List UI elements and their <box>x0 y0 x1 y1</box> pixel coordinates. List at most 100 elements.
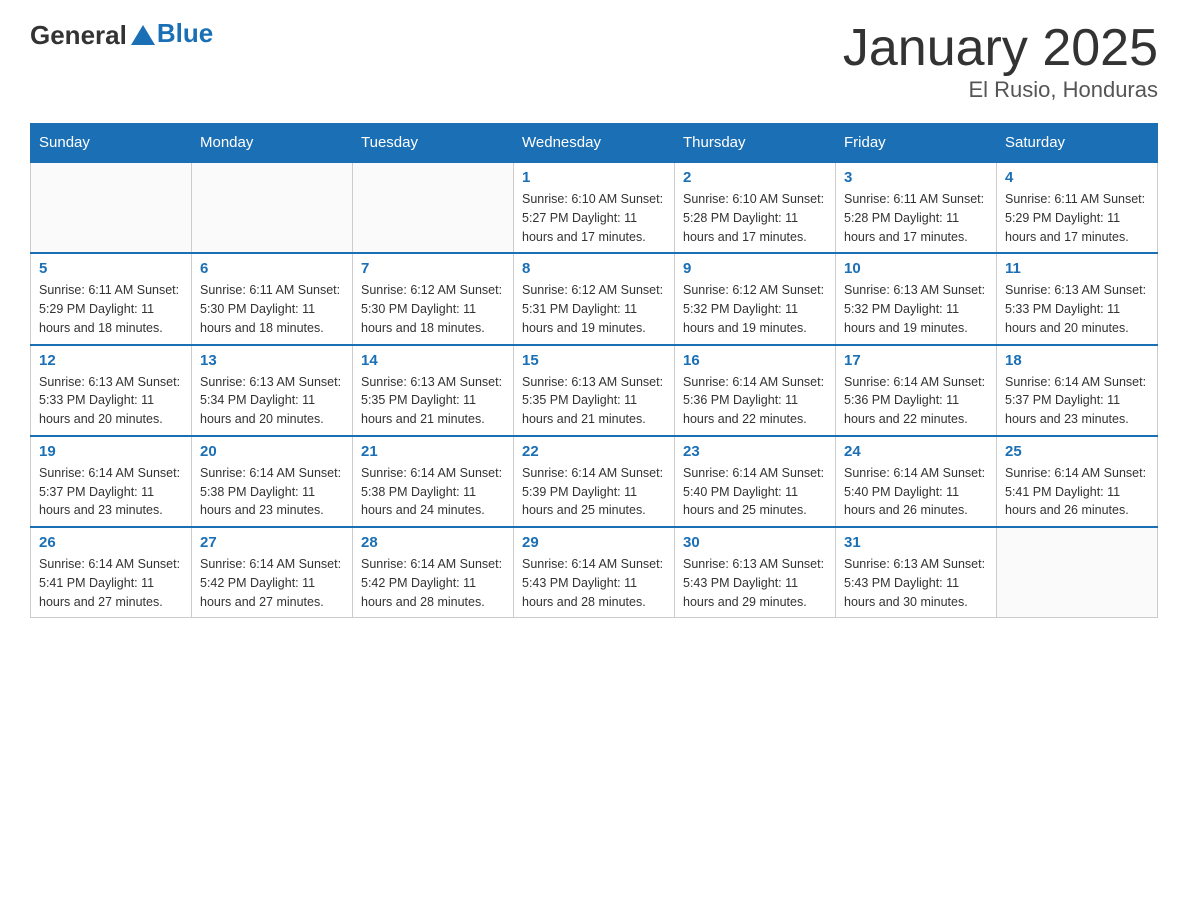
day-info: Sunrise: 6:11 AM Sunset: 5:30 PM Dayligh… <box>200 281 344 337</box>
header-monday: Monday <box>192 124 353 163</box>
day-number: 22 <box>522 443 666 460</box>
calendar-cell: 28 Sunrise: 6:14 AM Sunset: 5:42 PM Dayli… <box>353 527 514 618</box>
week-row-1: 1 Sunrise: 6:10 AM Sunset: 5:27 PM Daylig… <box>31 162 1158 253</box>
day-number: 24 <box>844 443 988 460</box>
day-info: Sunrise: 6:14 AM Sunset: 5:38 PM Dayligh… <box>361 464 505 520</box>
logo-blue-text: Blue <box>157 18 213 49</box>
calendar-cell <box>31 162 192 253</box>
header-sunday: Sunday <box>31 124 192 163</box>
day-info: Sunrise: 6:14 AM Sunset: 5:36 PM Dayligh… <box>683 373 827 429</box>
day-number: 3 <box>844 169 988 186</box>
day-number: 13 <box>200 352 344 369</box>
day-number: 27 <box>200 534 344 551</box>
week-row-2: 5Sunrise: 6:11 AM Sunset: 5:29 PM Daylig… <box>31 253 1158 344</box>
calendar-title: January 2025 <box>843 20 1158 77</box>
calendar-cell: 31Sunrise: 6:13 AM Sunset: 5:43 PM Dayli… <box>836 527 997 618</box>
calendar-cell: 13 Sunrise: 6:13 AM Sunset: 5:34 PM Dayli… <box>192 345 353 436</box>
calendar-cell: 19 Sunrise: 6:14 AM Sunset: 5:37 PM Dayli… <box>31 436 192 527</box>
week-row-4: 19 Sunrise: 6:14 AM Sunset: 5:37 PM Dayli… <box>31 436 1158 527</box>
calendar-cell: 8 Sunrise: 6:12 AM Sunset: 5:31 PM Daylig… <box>514 253 675 344</box>
day-info: Sunrise: 6:13 AM Sunset: 5:33 PM Dayligh… <box>39 373 183 429</box>
day-number: 9 <box>683 260 827 277</box>
day-number: 7 <box>361 260 505 277</box>
day-number: 17 <box>844 352 988 369</box>
day-number: 6 <box>200 260 344 277</box>
day-info: Sunrise: 6:13 AM Sunset: 5:43 PM Dayligh… <box>844 555 988 611</box>
day-info: Sunrise: 6:13 AM Sunset: 5:32 PM Dayligh… <box>844 281 988 337</box>
day-info: Sunrise: 6:12 AM Sunset: 5:32 PM Dayligh… <box>683 281 827 337</box>
day-number: 16 <box>683 352 827 369</box>
day-number: 25 <box>1005 443 1149 460</box>
day-number: 20 <box>200 443 344 460</box>
day-number: 26 <box>39 534 183 551</box>
day-info: Sunrise: 6:11 AM Sunset: 5:29 PM Dayligh… <box>1005 190 1149 246</box>
day-info: Sunrise: 6:14 AM Sunset: 5:41 PM Dayligh… <box>39 555 183 611</box>
day-info: Sunrise: 6:14 AM Sunset: 5:36 PM Dayligh… <box>844 373 988 429</box>
day-number: 14 <box>361 352 505 369</box>
calendar-cell <box>192 162 353 253</box>
header-wednesday: Wednesday <box>514 124 675 163</box>
day-info: Sunrise: 6:14 AM Sunset: 5:37 PM Dayligh… <box>39 464 183 520</box>
day-number: 1 <box>522 169 666 186</box>
calendar-cell: 16 Sunrise: 6:14 AM Sunset: 5:36 PM Dayli… <box>675 345 836 436</box>
calendar-cell: 3 Sunrise: 6:11 AM Sunset: 5:28 PM Daylig… <box>836 162 997 253</box>
day-info: Sunrise: 6:14 AM Sunset: 5:40 PM Dayligh… <box>683 464 827 520</box>
day-number: 18 <box>1005 352 1149 369</box>
day-number: 28 <box>361 534 505 551</box>
calendar-cell: 23 Sunrise: 6:14 AM Sunset: 5:40 PM Dayli… <box>675 436 836 527</box>
calendar-cell: 15 Sunrise: 6:13 AM Sunset: 5:35 PM Dayli… <box>514 345 675 436</box>
calendar-cell: 4 Sunrise: 6:11 AM Sunset: 5:29 PM Daylig… <box>997 162 1158 253</box>
day-number: 5 <box>39 260 183 277</box>
page-header: General Blue January 2025 El Rusio, Hond… <box>30 20 1158 103</box>
calendar-cell: 1 Sunrise: 6:10 AM Sunset: 5:27 PM Daylig… <box>514 162 675 253</box>
logo-general-text: General <box>30 20 127 51</box>
day-number: 11 <box>1005 260 1149 277</box>
header-saturday: Saturday <box>997 124 1158 163</box>
calendar-subtitle: El Rusio, Honduras <box>843 77 1158 103</box>
day-number: 10 <box>844 260 988 277</box>
header-friday: Friday <box>836 124 997 163</box>
calendar-cell <box>353 162 514 253</box>
calendar-cell <box>997 527 1158 618</box>
day-info: Sunrise: 6:13 AM Sunset: 5:35 PM Dayligh… <box>522 373 666 429</box>
calendar-cell: 29 Sunrise: 6:14 AM Sunset: 5:43 PM Dayli… <box>514 527 675 618</box>
day-info: Sunrise: 6:14 AM Sunset: 5:39 PM Dayligh… <box>522 464 666 520</box>
calendar-cell: 11 Sunrise: 6:13 AM Sunset: 5:33 PM Dayli… <box>997 253 1158 344</box>
calendar-cell: 27Sunrise: 6:14 AM Sunset: 5:42 PM Dayli… <box>192 527 353 618</box>
calendar-cell: 25 Sunrise: 6:14 AM Sunset: 5:41 PM Dayli… <box>997 436 1158 527</box>
day-info: Sunrise: 6:13 AM Sunset: 5:43 PM Dayligh… <box>683 555 827 611</box>
day-info: Sunrise: 6:13 AM Sunset: 5:33 PM Dayligh… <box>1005 281 1149 337</box>
day-number: 29 <box>522 534 666 551</box>
calendar-cell: 10 Sunrise: 6:13 AM Sunset: 5:32 PM Dayli… <box>836 253 997 344</box>
day-info: Sunrise: 6:12 AM Sunset: 5:30 PM Dayligh… <box>361 281 505 337</box>
header-tuesday: Tuesday <box>353 124 514 163</box>
day-info: Sunrise: 6:14 AM Sunset: 5:40 PM Dayligh… <box>844 464 988 520</box>
day-info: Sunrise: 6:14 AM Sunset: 5:41 PM Dayligh… <box>1005 464 1149 520</box>
day-info: Sunrise: 6:14 AM Sunset: 5:42 PM Dayligh… <box>361 555 505 611</box>
title-block: January 2025 El Rusio, Honduras <box>843 20 1158 103</box>
day-number: 15 <box>522 352 666 369</box>
day-number: 30 <box>683 534 827 551</box>
calendar-cell: 24 Sunrise: 6:14 AM Sunset: 5:40 PM Dayli… <box>836 436 997 527</box>
calendar-cell: 14Sunrise: 6:13 AM Sunset: 5:35 PM Dayli… <box>353 345 514 436</box>
calendar-cell: 9 Sunrise: 6:12 AM Sunset: 5:32 PM Daylig… <box>675 253 836 344</box>
day-info: Sunrise: 6:14 AM Sunset: 5:38 PM Dayligh… <box>200 464 344 520</box>
day-number: 19 <box>39 443 183 460</box>
day-number: 4 <box>1005 169 1149 186</box>
calendar-cell: 18 Sunrise: 6:14 AM Sunset: 5:37 PM Dayli… <box>997 345 1158 436</box>
day-info: Sunrise: 6:14 AM Sunset: 5:37 PM Dayligh… <box>1005 373 1149 429</box>
day-number: 23 <box>683 443 827 460</box>
day-number: 12 <box>39 352 183 369</box>
day-info: Sunrise: 6:14 AM Sunset: 5:43 PM Dayligh… <box>522 555 666 611</box>
logo-triangle-icon <box>129 23 157 47</box>
calendar-cell: 21Sunrise: 6:14 AM Sunset: 5:38 PM Dayli… <box>353 436 514 527</box>
calendar-cell: 6 Sunrise: 6:11 AM Sunset: 5:30 PM Daylig… <box>192 253 353 344</box>
day-info: Sunrise: 6:10 AM Sunset: 5:27 PM Dayligh… <box>522 190 666 246</box>
day-info: Sunrise: 6:10 AM Sunset: 5:28 PM Dayligh… <box>683 190 827 246</box>
day-number: 8 <box>522 260 666 277</box>
day-info: Sunrise: 6:12 AM Sunset: 5:31 PM Dayligh… <box>522 281 666 337</box>
day-info: Sunrise: 6:13 AM Sunset: 5:34 PM Dayligh… <box>200 373 344 429</box>
week-row-5: 26 Sunrise: 6:14 AM Sunset: 5:41 PM Dayli… <box>31 527 1158 618</box>
calendar-cell: 7 Sunrise: 6:12 AM Sunset: 5:30 PM Daylig… <box>353 253 514 344</box>
day-info: Sunrise: 6:11 AM Sunset: 5:28 PM Dayligh… <box>844 190 988 246</box>
